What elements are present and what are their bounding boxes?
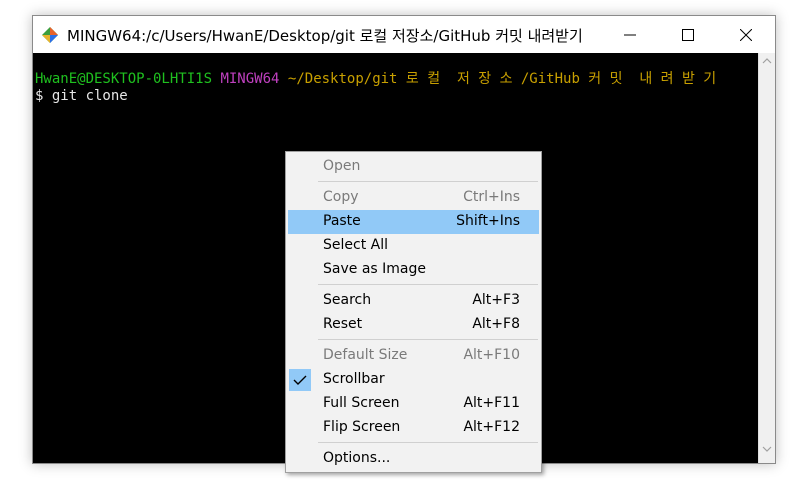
- menu-item-label: Options...: [323, 450, 391, 466]
- menu-item-scrollbar[interactable]: Scrollbar: [288, 368, 539, 392]
- menu-item-shortcut: Alt+F10: [463, 347, 520, 363]
- menu-item-default-size[interactable]: Default Size Alt+F10: [288, 344, 539, 368]
- prompt-path: ~/Desktop/git 로 컬 저 장 소 /GitHub 커 밋 내 려 …: [287, 71, 717, 87]
- menu-item-label: Reset: [323, 316, 363, 332]
- chevron-down-icon: [762, 446, 772, 452]
- menu-item-select-all[interactable]: Select All: [288, 234, 539, 258]
- menu-item-options[interactable]: Options...: [288, 447, 539, 471]
- menu-separator: [318, 181, 538, 182]
- window-title: MINGW64:/c/Users/HwanE/Desktop/git 로컬 저장…: [67, 27, 583, 45]
- menu-item-label: Save as Image: [323, 261, 426, 277]
- menu-item-open[interactable]: Open: [288, 155, 539, 179]
- minimize-icon: [624, 34, 636, 35]
- close-icon: [740, 28, 752, 41]
- close-button[interactable]: [717, 16, 775, 53]
- menu-separator: [318, 284, 538, 285]
- menu-item-shortcut: Alt+F8: [472, 316, 520, 332]
- prompt-user-host: HwanE@DESKTOP-0LHTI1S: [35, 71, 213, 87]
- menu-item-label: Default Size: [323, 347, 408, 363]
- chevron-up-icon: [762, 58, 772, 64]
- menu-item-shortcut: Alt+F3: [472, 292, 520, 308]
- menu-item-save-as-image[interactable]: Save as Image: [288, 258, 539, 282]
- checkmark-icon: [289, 369, 311, 391]
- menu-separator: [318, 442, 538, 443]
- scroll-up-button[interactable]: [759, 57, 775, 71]
- minimize-button[interactable]: [601, 16, 659, 53]
- menu-item-shortcut: Alt+F12: [463, 419, 520, 435]
- menu-item-label: Scrollbar: [323, 371, 385, 387]
- git-diamond-icon: [41, 26, 59, 44]
- prompt-env: MINGW64: [220, 71, 280, 87]
- menu-item-label: Full Screen: [323, 395, 400, 411]
- menu-item-shortcut: Shift+Ins: [456, 213, 520, 229]
- maximize-icon: [682, 28, 694, 41]
- menu-item-reset[interactable]: Reset Alt+F8: [288, 313, 539, 337]
- menu-item-paste[interactable]: Paste Shift+Ins: [288, 210, 539, 234]
- title-bar[interactable]: MINGW64:/c/Users/HwanE/Desktop/git 로컬 저장…: [33, 16, 775, 53]
- vertical-scrollbar[interactable]: [758, 53, 775, 463]
- menu-item-label: Flip Screen: [323, 419, 401, 435]
- menu-item-label: Select All: [323, 237, 388, 253]
- menu-item-label: Paste: [323, 213, 361, 229]
- menu-separator: [318, 339, 538, 340]
- command-line: $ git clone: [35, 88, 128, 104]
- menu-item-label: Search: [323, 292, 372, 308]
- menu-item-label: Copy: [323, 189, 359, 205]
- prompt-line: HwanE@DESKTOP-0LHTI1S MINGW64 ~/Desktop/…: [35, 71, 760, 88]
- scroll-down-button[interactable]: [759, 445, 775, 459]
- menu-item-copy[interactable]: Copy Ctrl+Ins: [288, 186, 539, 210]
- menu-item-shortcut: Alt+F11: [463, 395, 520, 411]
- menu-item-label: Open: [323, 158, 361, 174]
- maximize-button[interactable]: [659, 16, 717, 53]
- menu-item-search[interactable]: Search Alt+F3: [288, 289, 539, 313]
- context-menu: Open Copy Ctrl+Ins Paste Shift+Ins Selec…: [285, 151, 542, 473]
- menu-item-full-screen[interactable]: Full Screen Alt+F11: [288, 392, 539, 416]
- menu-item-shortcut: Ctrl+Ins: [463, 189, 520, 205]
- menu-item-flip-screen[interactable]: Flip Screen Alt+F12: [288, 416, 539, 440]
